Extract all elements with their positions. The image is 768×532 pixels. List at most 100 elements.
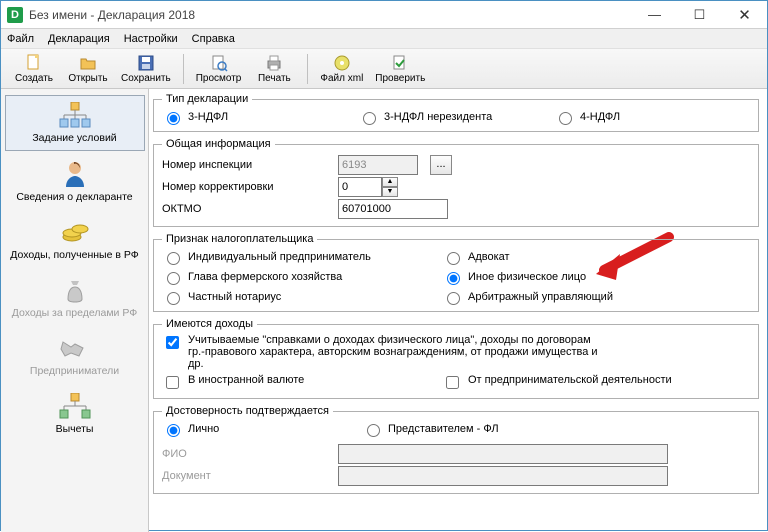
toolbar-check[interactable]: Проверить [371, 51, 429, 87]
inspection-number-field [338, 155, 418, 175]
legend-declaration-type: Тип декларации [162, 93, 252, 105]
radio-4ndfl[interactable] [559, 112, 572, 125]
fieldset-confirm: Достоверность подтверждается Лично Предс… [153, 405, 759, 494]
oktmo-field[interactable] [338, 199, 448, 219]
handshake-icon [57, 333, 93, 363]
fieldset-declaration-type: Тип декларации 3-НДФЛ 3-НДФЛ нерезидента… [153, 93, 759, 132]
radio-3ndfl[interactable] [167, 112, 180, 125]
maximize-button[interactable]: ☐ [677, 1, 722, 28]
radio-farmer-label: Глава фермерского хозяйства [188, 271, 342, 283]
sidebar-item-deductions[interactable]: Вычеты [5, 387, 145, 441]
radio-3ndfl-nonres[interactable] [363, 112, 376, 125]
correction-number-field[interactable] [338, 177, 382, 197]
menubar: Файл Декларация Настройки Справка [1, 29, 767, 49]
document-label: Документ [162, 470, 332, 482]
radio-representative-label: Представителем - ФЛ [388, 423, 499, 435]
fio-field [338, 444, 668, 464]
document-field [338, 466, 668, 486]
toolbar-open[interactable]: Открыть [63, 51, 113, 87]
radio-3ndfl-nonres-label: 3-НДФЛ нерезидента [384, 111, 492, 123]
radio-ip[interactable] [167, 252, 180, 265]
sidebar-label: Сведения о декларанте [7, 191, 143, 203]
radio-arbitr[interactable] [447, 292, 460, 305]
radio-farmer[interactable] [167, 272, 180, 285]
oktmo-label: ОКТМО [162, 203, 332, 215]
new-file-icon [25, 54, 43, 72]
toolbar-separator [307, 54, 308, 84]
toolbar-print-label: Печать [258, 73, 291, 84]
radio-notary-label: Частный нотариус [188, 291, 281, 303]
checkbox-income-foreign[interactable] [166, 376, 179, 389]
fieldset-income-present: Имеются доходы Учитываемые "справками о … [153, 318, 759, 399]
print-icon [265, 54, 283, 72]
menu-help[interactable]: Справка [192, 33, 235, 45]
sidebar-item-income-rf[interactable]: Доходы, полученные в РФ [5, 213, 145, 267]
preview-icon [210, 54, 228, 72]
radio-arbitr-label: Арбитражный управляющий [468, 291, 613, 303]
menu-declaration[interactable]: Декларация [48, 33, 110, 45]
person-icon [57, 159, 93, 189]
toolbar-create[interactable]: Создать [9, 51, 59, 87]
toolbar-save[interactable]: Сохранить [117, 51, 175, 87]
legend-general-info: Общая информация [162, 138, 275, 150]
radio-representative[interactable] [367, 424, 380, 437]
fieldset-general-info: Общая информация Номер инспекции ... Ном… [153, 138, 759, 227]
sidebar-item-declarant[interactable]: Сведения о декларанте [5, 155, 145, 209]
toolbar-preview[interactable]: Просмотр [192, 51, 246, 87]
inspection-lookup-button[interactable]: ... [430, 155, 452, 175]
toolbar-file-xml-label: Файл xml [320, 73, 363, 84]
toolbar: Создать Открыть Сохранить Просмотр Печат… [1, 49, 767, 89]
sidebar-item-entrepreneurs: Предприниматели [5, 329, 145, 383]
legend-confirm: Достоверность подтверждается [162, 405, 333, 417]
spin-down-button[interactable]: ▼ [382, 187, 398, 197]
minimize-button[interactable]: — [632, 1, 677, 28]
radio-physical[interactable] [447, 272, 460, 285]
menu-file[interactable]: Файл [7, 33, 34, 45]
radio-self[interactable] [167, 424, 180, 437]
check-icon [391, 54, 409, 72]
main-area: Задание условий Сведения о декларанте До… [1, 89, 767, 532]
sidebar-item-conditions[interactable]: Задание условий [5, 95, 145, 151]
radio-self-label: Лично [188, 423, 219, 435]
checkbox-income-main[interactable] [166, 336, 179, 349]
app-icon: D [7, 7, 23, 23]
conditions-icon [57, 100, 93, 130]
money-bag-icon [57, 275, 93, 305]
checkbox-income-biz[interactable] [446, 376, 459, 389]
radio-notary[interactable] [167, 292, 180, 305]
checkbox-income-foreign-label: В иностранной валюте [188, 374, 304, 386]
toolbar-file-xml[interactable]: Файл xml [316, 51, 367, 87]
legend-taxpayer-sign: Признак налогоплательщика [162, 233, 317, 245]
deductions-icon [57, 391, 93, 421]
fieldset-taxpayer-sign: Признак налогоплательщика Индивидуальный… [153, 233, 759, 312]
checkbox-income-biz-label: От предпринимательской деятельности [468, 374, 672, 386]
sidebar-label: Доходы за пределами РФ [7, 307, 143, 319]
close-button[interactable]: ✕ [722, 1, 767, 28]
money-icon [57, 217, 93, 247]
open-folder-icon [79, 54, 97, 72]
radio-ip-label: Индивидуальный предприниматель [188, 251, 371, 263]
window-title: Без имени - Декларация 2018 [29, 8, 632, 22]
correction-number-label: Номер корректировки [162, 181, 332, 193]
toolbar-preview-label: Просмотр [196, 73, 242, 84]
radio-advokat[interactable] [447, 252, 460, 265]
spin-up-button[interactable]: ▲ [382, 177, 398, 187]
form-panel[interactable]: Тип декларации 3-НДФЛ 3-НДФЛ нерезидента… [149, 89, 767, 532]
radio-physical-label: Иное физическое лицо [468, 271, 586, 283]
legend-income-present: Имеются доходы [162, 318, 257, 330]
toolbar-print[interactable]: Печать [249, 51, 299, 87]
toolbar-check-label: Проверить [375, 73, 425, 84]
titlebar: D Без имени - Декларация 2018 — ☐ ✕ [1, 1, 767, 29]
sidebar-item-income-abroad: Доходы за пределами РФ [5, 271, 145, 325]
sidebar-label: Предприниматели [7, 365, 143, 377]
sidebar-label: Доходы, полученные в РФ [7, 249, 143, 261]
sidebar-label: Вычеты [7, 423, 143, 435]
sidebar: Задание условий Сведения о декларанте До… [1, 89, 149, 532]
toolbar-open-label: Открыть [68, 73, 107, 84]
fio-label: ФИО [162, 448, 332, 460]
save-icon [137, 54, 155, 72]
menu-settings[interactable]: Настройки [124, 33, 178, 45]
radio-4ndfl-label: 4-НДФЛ [580, 111, 620, 123]
inspection-number-label: Номер инспекции [162, 159, 332, 171]
toolbar-create-label: Создать [15, 73, 53, 84]
